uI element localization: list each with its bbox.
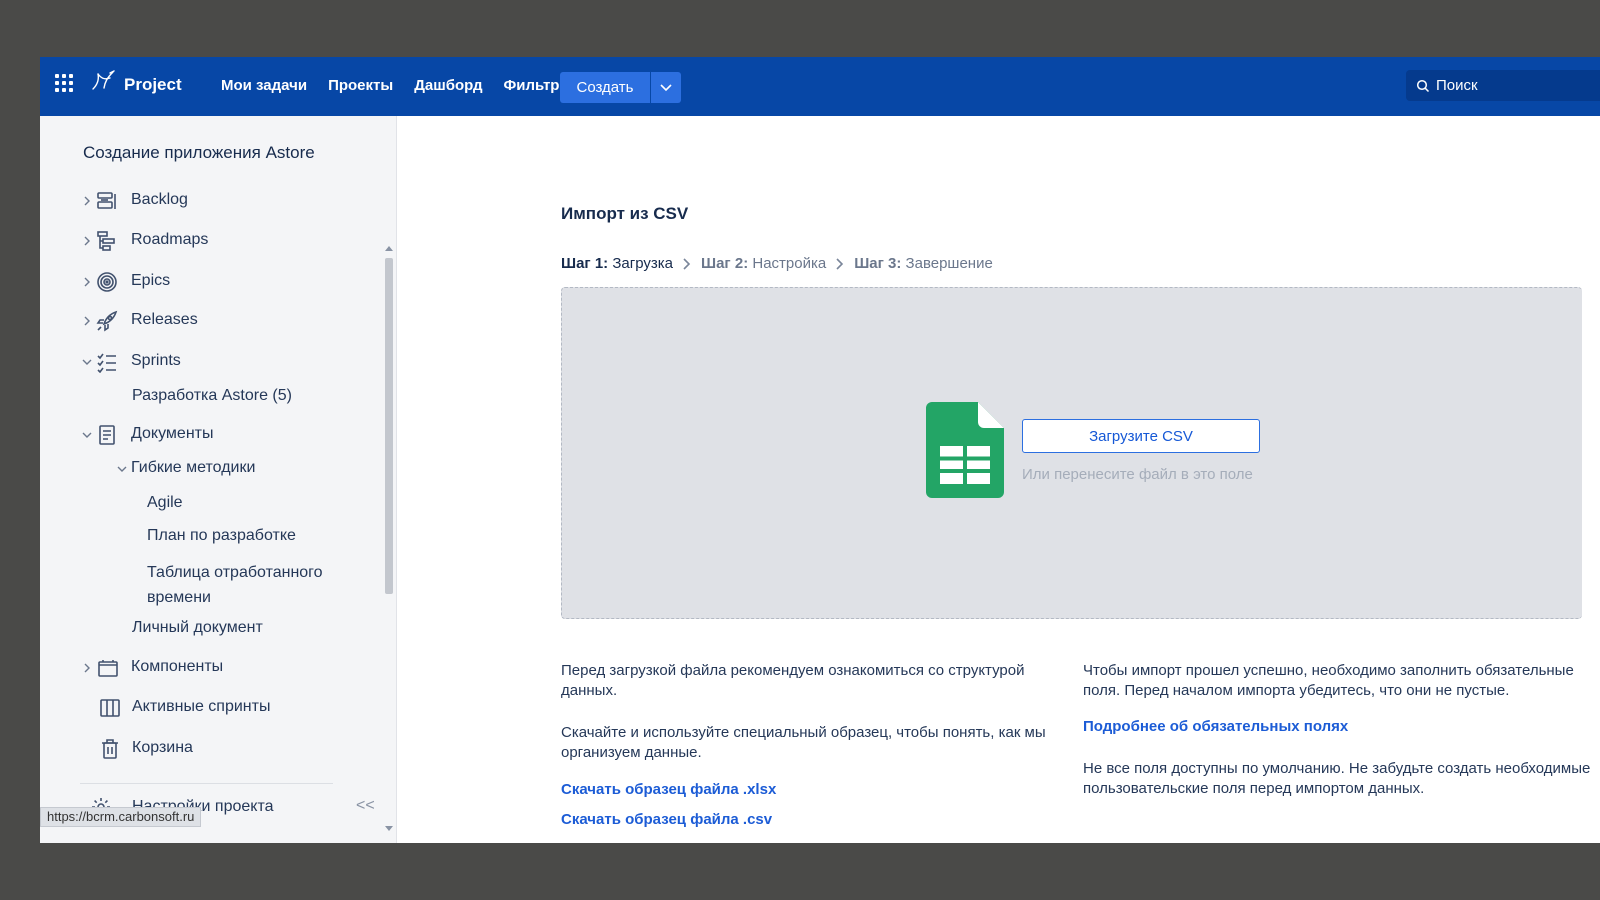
backlog-icon: [97, 192, 116, 209]
sidebar-item-sprints[interactable]: Sprints: [40, 350, 370, 374]
main-content: Импорт из CSV Шаг 1: Загрузка Шаг 2: Нас…: [397, 116, 1600, 843]
sidebar-item-backlog[interactable]: Backlog: [40, 189, 370, 213]
sidebar-item-label: Backlog: [131, 191, 188, 208]
project-title: Создание приложения Astore: [83, 143, 315, 162]
sidebar-item-label: Sprints: [131, 352, 181, 369]
sidebar-item-active-sprints[interactable]: Активные спринты: [40, 696, 370, 720]
target-icon: [97, 272, 117, 292]
chevron-right-icon: [836, 257, 844, 270]
sidebar-item-label: Agile: [147, 494, 183, 511]
upload-csv-button[interactable]: Загрузите CSV: [1022, 419, 1260, 453]
sample-note: Скачайте и используйте специальный образ…: [561, 724, 1046, 761]
trash-icon: [102, 739, 118, 759]
project-sidebar: Создание приложения Astore Backlog Roadm…: [40, 116, 397, 843]
chevron-right-icon[interactable]: [81, 315, 93, 327]
sidebar-item-timesheet[interactable]: Таблица отработанного времени: [147, 560, 323, 610]
sidebar-item-label: Документы: [131, 425, 214, 442]
search-icon: [1416, 79, 1430, 92]
chevron-right-icon[interactable]: [81, 195, 93, 207]
sidebar-item-label: Разработка Astore (5): [132, 387, 292, 404]
chevron-right-icon: [683, 257, 691, 270]
sidebar-item-label: Таблица отработанного: [147, 564, 323, 581]
chevron-down-icon: [660, 83, 672, 91]
nav-my-tasks[interactable]: Мои задачи: [221, 77, 307, 94]
sidebar-item-label: Личный документ: [132, 619, 263, 636]
sidebar-item-documents[interactable]: Документы: [40, 423, 370, 447]
info-column-left: Перед загрузкой файла рекомендуем ознако…: [561, 661, 1076, 830]
create-dropdown-button[interactable]: [651, 72, 681, 103]
scroll-down-arrow-icon[interactable]: [385, 826, 393, 831]
checklist-icon: [97, 353, 116, 373]
sidebar-item-label: Epics: [131, 272, 171, 289]
scroll-thumb[interactable]: [385, 258, 393, 594]
chevron-right-icon[interactable]: [81, 235, 93, 247]
top-navigation-bar: Project Мои задачи Проекты Дашборд Фильт…: [40, 57, 1600, 116]
sidebar-item-label: Корзина: [132, 739, 193, 756]
main-nav: Мои задачи Проекты Дашборд Фильтры: [221, 77, 572, 94]
custom-fields-note-2: пользовательские поля перед импортом дан…: [1083, 780, 1425, 797]
sidebar-item-agile[interactable]: Agile: [147, 491, 183, 515]
custom-fields-note-1: Не все поля доступны по умолчанию. Не за…: [1083, 760, 1591, 777]
file-drop-zone[interactable]: Загрузите CSV Или перенесите файл в это …: [561, 287, 1582, 619]
app-window: Project Мои задачи Проекты Дашборд Фильт…: [40, 57, 1600, 843]
step-1: Шаг 1: Загрузка: [561, 255, 674, 272]
chevron-right-icon[interactable]: [81, 276, 93, 288]
folder-icon: [98, 660, 118, 677]
create-button-group: Создать: [560, 72, 681, 103]
sidebar-item-dev-plan[interactable]: План по разработке: [147, 524, 296, 548]
sidebar-divider: [80, 783, 333, 784]
structure-note: Перед загрузкой файла рекомендуем ознако…: [561, 662, 1025, 699]
sidebar-item-trash[interactable]: Корзина: [40, 737, 370, 761]
sidebar-item-label: времени: [147, 589, 211, 606]
sidebar-item-label: Компоненты: [131, 658, 224, 675]
info-column-right: Чтобы импорт прошел успешно, необходимо …: [1083, 661, 1600, 799]
step-3: Шаг 3: Завершение: [854, 255, 993, 272]
sidebar-item-components[interactable]: Компоненты: [40, 656, 370, 680]
download-csv-link[interactable]: Скачать образец файла .csv: [561, 810, 1076, 830]
sidebar-item-label: План по разработке: [147, 527, 296, 544]
drop-hint-text: Или перенесите файл в это поле: [1022, 466, 1253, 483]
project-logo-icon[interactable]: [90, 67, 118, 95]
chevron-down-icon[interactable]: [81, 356, 93, 368]
sidebar-scrollbar[interactable]: [383, 246, 393, 836]
scroll-up-arrow-icon[interactable]: [385, 246, 393, 251]
download-xlsx-link[interactable]: Скачать образец файла .xlsx: [561, 780, 1076, 800]
required-fields-link[interactable]: Подробнее об обязательных полях: [1083, 717, 1600, 737]
board-icon: [100, 699, 120, 717]
sidebar-item-personal-doc[interactable]: Личный документ: [132, 616, 263, 640]
sidebar-item-roadmaps[interactable]: Roadmaps: [40, 229, 370, 253]
sidebar-item-label: Releases: [131, 311, 198, 328]
spreadsheet-file-icon: [926, 402, 1004, 498]
document-icon: [99, 425, 115, 445]
collapse-sidebar-button[interactable]: <<: [356, 797, 375, 815]
sidebar-item-releases[interactable]: Releases: [40, 309, 370, 333]
rocket-icon: [96, 310, 118, 332]
create-button[interactable]: Создать: [560, 72, 650, 103]
search-box[interactable]: [1406, 70, 1600, 101]
sidebar-item-label: Активные спринты: [132, 698, 271, 715]
brand-name[interactable]: Project: [124, 75, 182, 95]
chevron-right-icon[interactable]: [81, 662, 93, 674]
sidebar-item-label: Roadmaps: [131, 231, 209, 248]
chevron-down-icon[interactable]: [81, 429, 93, 441]
app-switcher-icon[interactable]: [55, 74, 73, 92]
sidebar-item-label: Гибкие методики: [131, 459, 256, 476]
sidebar-item-sprint-astore[interactable]: Разработка Astore (5): [132, 384, 292, 408]
sidebar-item-epics[interactable]: Epics: [40, 270, 370, 294]
nav-projects[interactable]: Проекты: [328, 77, 393, 94]
roadmap-icon: [97, 231, 115, 251]
search-input[interactable]: [1436, 77, 1586, 94]
chevron-down-icon[interactable]: [116, 463, 128, 475]
page-title: Импорт из CSV: [561, 204, 689, 223]
url-status-tooltip: https://bcrm.carbonsoft.ru: [40, 807, 202, 827]
required-fields-note: Чтобы импорт прошел успешно, необходимо …: [1083, 662, 1574, 699]
import-steps-breadcrumb: Шаг 1: Загрузка Шаг 2: Настройка Шаг 3: …: [561, 255, 993, 272]
step-2: Шаг 2: Настройка: [701, 255, 827, 272]
nav-dashboard[interactable]: Дашборд: [414, 77, 482, 94]
